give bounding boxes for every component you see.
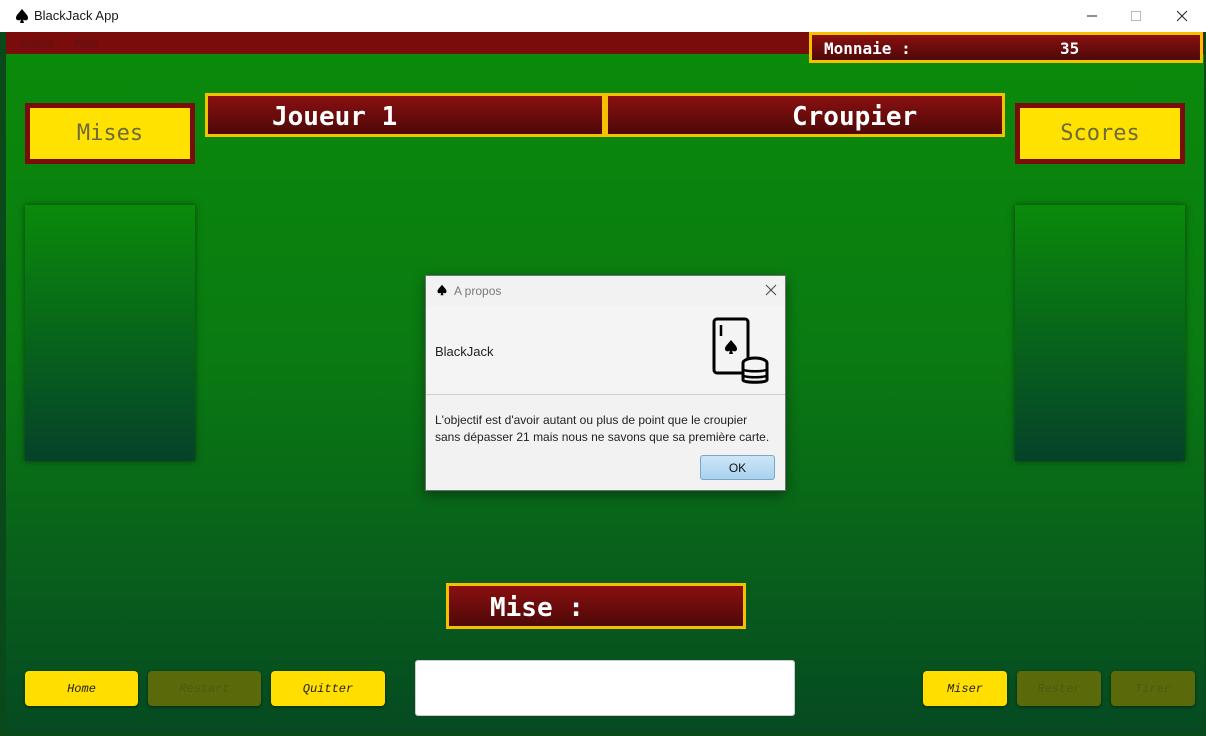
spade-icon	[437, 284, 447, 296]
restart-button[interactable]: Restart	[148, 671, 261, 706]
money-label: Monnaie :	[824, 39, 911, 58]
spade-icon	[16, 9, 28, 23]
close-button[interactable]	[1159, 0, 1205, 32]
bet-input[interactable]	[415, 660, 795, 716]
bet-box: Mise :	[446, 583, 746, 629]
bets-panel	[25, 205, 195, 461]
menu-aide[interactable]: Aide	[74, 36, 98, 50]
scores-button[interactable]: Scores	[1015, 103, 1185, 164]
dealer-header: Croupier	[605, 93, 1005, 137]
money-value: 35	[1060, 39, 1080, 58]
bet-label: Mise :	[490, 593, 584, 623]
scores-panel	[1015, 205, 1185, 461]
stand-button[interactable]: Rester	[1017, 671, 1101, 706]
money-box: Monnaie : 35	[809, 32, 1203, 63]
dialog-app-name: BlackJack	[435, 344, 494, 359]
bet-submit-button[interactable]: Miser	[923, 671, 1007, 706]
close-icon[interactable]	[765, 284, 777, 296]
minimize-button[interactable]	[1069, 0, 1115, 32]
maximize-button[interactable]	[1113, 0, 1159, 32]
player-header: Joueur 1	[205, 93, 605, 137]
window-title: BlackJack App	[34, 8, 119, 23]
maximize-icon	[1131, 11, 1141, 21]
quit-button[interactable]: Quitter	[271, 671, 385, 706]
dealer-name: Croupier	[792, 102, 918, 132]
title-bar	[0, 0, 1206, 32]
player-name: Joueur 1	[272, 102, 398, 132]
dialog-message: L'objectif est d'avoir autant ou plus de…	[435, 413, 770, 444]
home-button[interactable]: Home	[25, 671, 138, 706]
about-dialog: A propos BlackJack L'objectif est d'avoi…	[425, 275, 786, 491]
minimize-icon	[1087, 15, 1097, 17]
dialog-title: A propos	[454, 284, 502, 298]
bets-button[interactable]: Mises	[25, 103, 195, 164]
card-and-chips-icon	[712, 317, 769, 384]
menu-action[interactable]: Action	[20, 36, 53, 50]
close-icon	[1176, 10, 1188, 22]
ok-button[interactable]: OK	[700, 455, 775, 480]
dialog-header: BlackJack	[426, 306, 785, 395]
hit-button[interactable]: Tirer	[1111, 671, 1195, 706]
